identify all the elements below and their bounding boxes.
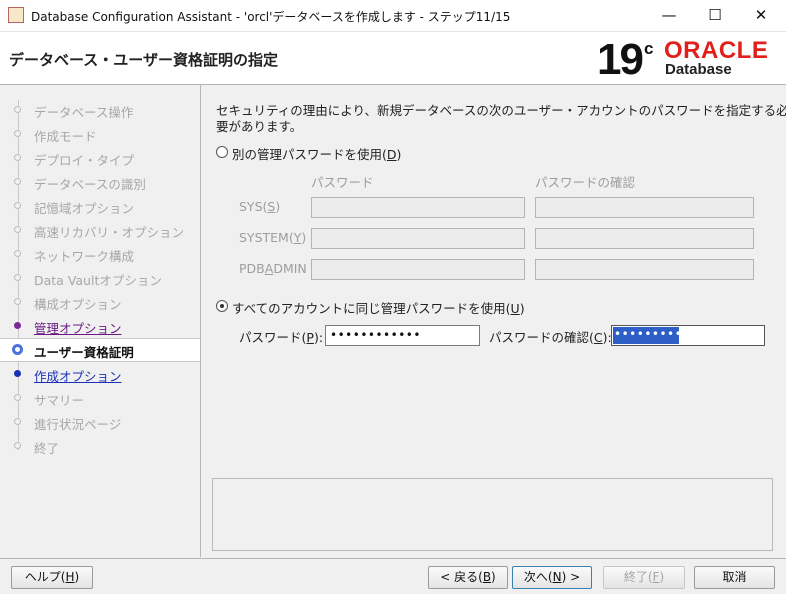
confirm-password-field[interactable]: •••••••••••• (611, 325, 765, 346)
nav-step-label: ネットワーク構成 (34, 249, 135, 264)
system-confirm-field[interactable] (535, 228, 754, 249)
password-field[interactable]: •••••••••••• (325, 325, 480, 346)
nav-step-indicator-icon (14, 298, 21, 305)
nav-step[interactable]: 高速リカバリ・オプション (0, 219, 200, 241)
confirm-column-header: パスワードの確認 (535, 175, 636, 190)
close-icon[interactable]: ✕ (738, 0, 784, 31)
java-app-icon (8, 7, 24, 23)
selection-highlight: •••••••••••• (613, 327, 704, 344)
window-title: Database Configuration Assistant - 'orcl… (31, 10, 511, 24)
sys-label: SYS(S) (239, 199, 281, 214)
nav-step-indicator-icon (14, 442, 21, 449)
separate-password-radio[interactable] (216, 146, 228, 158)
pdbadmin-label: PDBADMIN (239, 261, 307, 276)
page-title: データベース・ユーザー資格証明の指定 (9, 51, 278, 69)
nav-step[interactable]: 管理オプション (0, 315, 200, 337)
nav-step[interactable]: デプロイ・タイプ (0, 147, 200, 169)
nav-step-indicator-icon (14, 106, 21, 113)
nav-step: 終了 (0, 435, 200, 457)
nav-step-indicator-icon (14, 226, 21, 233)
nav-step-label: データベース操作 (34, 105, 134, 120)
nav-step[interactable]: データベース操作 (0, 99, 200, 121)
nav-step-label: サマリー (34, 393, 85, 408)
nav-step-indicator-icon (14, 322, 21, 329)
nav-step-indicator-icon (14, 154, 21, 161)
nav-step: 進行状況ページ (0, 411, 200, 433)
nav-step-indicator-icon (14, 394, 21, 401)
sys-confirm-field[interactable] (535, 197, 754, 218)
nav-step: サマリー (0, 387, 200, 409)
cancel-button[interactable]: 取消 (694, 566, 775, 589)
nav-step-label: 進行状況ページ (34, 417, 122, 432)
minimize-icon[interactable]: — (646, 0, 692, 31)
message-panel (212, 478, 773, 551)
logo-product: Database (665, 61, 732, 78)
separate-password-label[interactable]: 別の管理パスワードを使用(D) (232, 144, 401, 163)
nav-step[interactable]: データベースの識別 (0, 171, 200, 193)
confirm-password-value: •••••••••••• (614, 327, 705, 341)
nav-step-indicator-icon (12, 344, 23, 355)
nav-step-label: 構成オプション (34, 297, 122, 312)
nav-step-indicator-icon (14, 274, 21, 281)
nav-step-label: 作成モード (34, 129, 97, 144)
nav-step-label: 記憶域オプション (34, 201, 135, 216)
nav-step-label: Data Vaultオプション (34, 273, 162, 288)
logo-version-suffix: c (644, 39, 654, 58)
help-button[interactable]: ヘルプ(H) (11, 566, 93, 589)
nav-step-indicator-icon (14, 202, 21, 209)
nav-step[interactable]: 記憶域オプション (0, 195, 200, 217)
pdbadmin-confirm-field[interactable] (535, 259, 754, 280)
finish-button[interactable]: 終了(F) (603, 566, 685, 589)
nav-step[interactable]: Data Vaultオプション (0, 267, 200, 289)
nav-step[interactable]: 作成オプション (0, 363, 200, 385)
nav-step-indicator-icon (14, 250, 21, 257)
password-column-header: パスワード (311, 175, 374, 190)
next-button[interactable]: 次へ(N) > (512, 566, 592, 589)
nav-step-label: ユーザー資格証明 (34, 345, 134, 360)
nav-step-indicator-icon (14, 370, 21, 377)
maximize-icon[interactable]: ☐ (692, 0, 738, 31)
nav-step-label: 管理オプション (34, 321, 122, 336)
nav-step[interactable]: ネットワーク構成 (0, 243, 200, 265)
same-password-label[interactable]: すべてのアカウントに同じ管理パスワードを使用(U) (232, 298, 525, 317)
password-value: •••••••••••• (330, 328, 421, 342)
nav-step[interactable]: 作成モード (0, 123, 200, 145)
nav-step-indicator-icon (14, 130, 21, 137)
sys-password-field[interactable] (311, 197, 525, 218)
password-label: パスワード(P): (239, 330, 324, 345)
nav-step-label: データベースの識別 (34, 177, 146, 192)
system-password-field[interactable] (311, 228, 525, 249)
nav-step-indicator-icon (14, 418, 21, 425)
nav-step-label: 高速リカバリ・オプション (34, 225, 185, 240)
description-line-2: 要があります。 (216, 119, 303, 134)
pdbadmin-password-field[interactable] (311, 259, 525, 280)
nav-step-indicator-icon (14, 178, 21, 185)
page-header: データベース・ユーザー資格証明の指定 19 c ORACLE Database (0, 32, 786, 85)
logo-version: 19 (597, 35, 644, 84)
nav-step-label: デプロイ・タイプ (34, 153, 135, 168)
nav-step-label: 作成オプション (34, 369, 122, 384)
confirm-password-label: パスワードの確認(C): (489, 330, 612, 345)
nav-step: ユーザー資格証明 (0, 338, 200, 362)
nav-step-label: 終了 (34, 441, 60, 456)
nav-step[interactable]: 構成オプション (0, 291, 200, 313)
same-password-radio[interactable] (216, 300, 228, 312)
window-title-bar: Database Configuration Assistant - 'orcl… (0, 0, 786, 32)
system-label: SYSTEM(Y) (239, 230, 307, 245)
back-button[interactable]: < 戻る(B) (428, 566, 508, 589)
